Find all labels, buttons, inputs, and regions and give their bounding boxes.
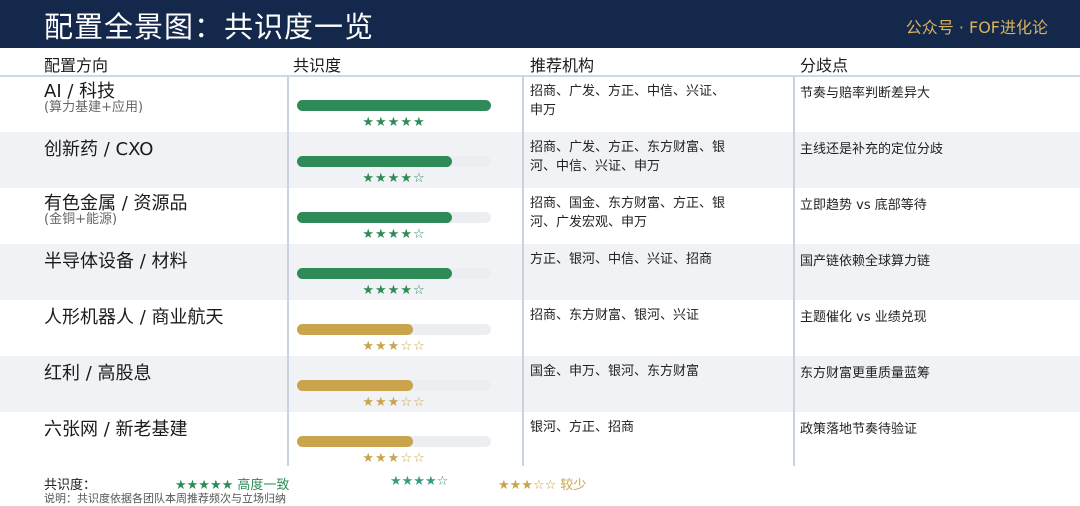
divergence-point: 东方财富更重质量蓝筹 <box>800 366 931 381</box>
consensus-bar <box>297 380 491 391</box>
direction-name: 半导体设备 / 材料 <box>44 251 188 272</box>
footnote: 说明：共识度依据各团队本周推荐频次与立场归纳 <box>44 492 286 505</box>
consensus-bar-fill <box>297 268 453 279</box>
consensus-bar <box>297 436 491 447</box>
recommending-institutions: 招商、广发、方正、东方财富、银河、中信、兴证、申万 <box>530 140 726 174</box>
direction-subtitle: (金铜+能源) <box>44 212 118 227</box>
recommending-institutions: 招商、东方财富、银河、兴证 <box>530 308 700 323</box>
consensus-bar <box>297 268 491 279</box>
title-banner: 配置全景图：共识度一览 公众号 · FOF进化论 <box>0 0 1080 48</box>
brand-label: 公众号 · FOF进化论 <box>905 18 1048 37</box>
table-row: 六张网 / 新老基建 ★★★☆☆ 银河、方正、招商 政策落地节奏待验证 <box>0 412 1080 468</box>
column-header-divergence: 分歧点 <box>800 56 849 75</box>
divergence-point: 立即趋势 vs 底部等待 <box>800 198 927 213</box>
divergence-point: 国产链依赖全球算力链 <box>800 254 931 269</box>
table-row: 人形机器人 / 商业航天 ★★★☆☆ 招商、东方财富、银河、兴证 主题催化 vs 业绩… <box>0 300 1080 356</box>
direction-name: 创新药 / CXO <box>44 139 154 160</box>
consensus-stars: ★★★☆☆ <box>362 395 426 410</box>
recommending-institutions: 银河、方正、招商 <box>530 420 635 435</box>
table-row: 有色金属 / 资源品 (金铜+能源) ★★★★☆ 招商、国金、东方财富、方正、银河、广… <box>0 188 1080 244</box>
divergence-point: 主线还是补充的定位分歧 <box>800 142 944 157</box>
consensus-bar <box>297 212 491 223</box>
divergence-point: 节奏与赔率判断差异大 <box>800 86 931 101</box>
consensus-stars: ★★★☆☆ <box>362 339 426 354</box>
consensus-stars: ★★★★★ <box>362 115 426 130</box>
consensus-stars: ★★★★☆ <box>362 283 426 298</box>
recommending-institutions: 招商、国金、东方财富、方正、银河、广发宏观、申万 <box>530 196 726 230</box>
table-row: 创新药 / CXO ★★★★☆ 招商、广发、方正、东方财富、银河、中信、兴证、申万 主… <box>0 132 1080 188</box>
column-header-consensus: 共识度 <box>293 56 342 75</box>
consensus-stars: ★★★☆☆ <box>362 451 426 466</box>
column-header-institutions: 推荐机构 <box>530 56 595 75</box>
recommending-institutions: 方正、银河、中信、兴证、招商 <box>530 252 713 267</box>
column-divider <box>793 76 795 466</box>
table-row: 半导体设备 / 材料 ★★★★☆ 方正、银河、中信、兴证、招商 国产链依赖全球算力链 <box>0 244 1080 300</box>
divergence-point: 主题催化 vs 业绩兑现 <box>800 310 927 325</box>
legend-low: ★★★☆☆ 较少 <box>498 478 587 493</box>
direction-subtitle: (算力基建+应用) <box>44 100 144 115</box>
recommending-institutions: 招商、广发、方正、中信、兴证、申万 <box>530 84 726 118</box>
recommending-institutions: 国金、申万、银河、东方财富 <box>530 364 700 379</box>
consensus-bar-fill <box>297 324 414 335</box>
consensus-bar <box>297 324 491 335</box>
direction-name: 六张网 / 新老基建 <box>44 419 188 440</box>
divergence-point: 政策落地节奏待验证 <box>800 422 918 437</box>
page-title: 配置全景图：共识度一览 <box>44 10 375 44</box>
table-row: 红利 / 高股息 ★★★☆☆ 国金、申万、银河、东方财富 东方财富更重质量蓝筹 <box>0 356 1080 412</box>
legend-mid: ★★★★☆ <box>390 474 449 489</box>
column-divider <box>287 76 289 466</box>
direction-name: 人形机器人 / 商业航天 <box>44 307 224 328</box>
column-divider <box>522 76 524 466</box>
table-row: AI / 科技 (算力基建+应用) ★★★★★ 招商、广发、方正、中信、兴证、申万 节奏… <box>0 76 1080 132</box>
column-header-direction: 配置方向 <box>44 56 109 75</box>
consensus-bar-fill <box>297 156 453 167</box>
consensus-bar-fill <box>297 380 414 391</box>
consensus-bar <box>297 156 491 167</box>
consensus-bar-fill <box>297 212 453 223</box>
consensus-bar <box>297 100 491 111</box>
consensus-stars: ★★★★☆ <box>362 227 426 242</box>
consensus-bar-fill <box>297 100 491 111</box>
consensus-bar-fill <box>297 436 414 447</box>
consensus-stars: ★★★★☆ <box>362 171 426 186</box>
direction-name: 红利 / 高股息 <box>44 363 152 384</box>
